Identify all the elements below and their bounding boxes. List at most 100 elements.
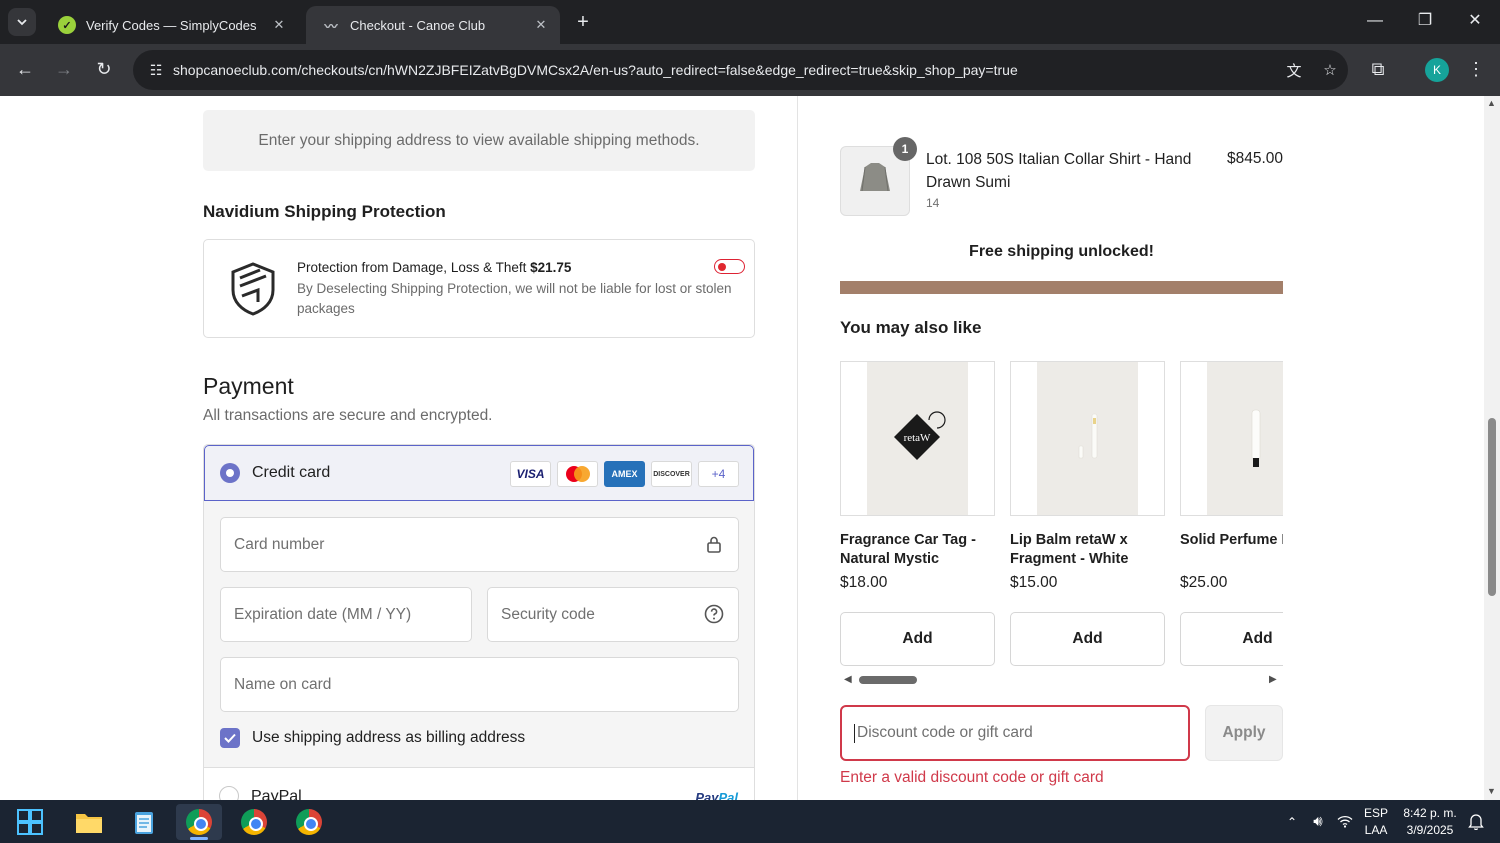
recommendation-name[interactable]: Lip Balm retaW x Fragment - White: [1010, 531, 1165, 569]
discount-code-input[interactable]: Discount code or gift card: [840, 705, 1190, 761]
apply-button[interactable]: Apply: [1205, 705, 1283, 761]
clock[interactable]: 8:42 p. m. 3/9/2025: [1398, 800, 1462, 843]
start-button[interactable]: [7, 804, 53, 840]
bookmark-star-icon[interactable]: ☆: [1312, 61, 1348, 79]
protection-title: Protection from Damage, Loss & Theft $21…: [297, 260, 571, 275]
credit-card-form: Card number Expiration date (MM / YY) Se…: [204, 501, 754, 767]
add-button[interactable]: Add: [840, 612, 995, 666]
amex-icon: AMEX: [604, 461, 645, 487]
input-language-indicator[interactable]: ESP LAA: [1360, 800, 1392, 843]
volume-icon[interactable]: 🔊︎: [1306, 800, 1330, 843]
canoe-club-favicon-icon: 〰: [324, 18, 338, 34]
site-settings-icon[interactable]: ☷: [139, 62, 173, 79]
notepad-button[interactable]: [121, 804, 167, 840]
payment-methods: Credit card VISA AMEX DISCOVER +4 Card n…: [203, 444, 755, 800]
recommendation-image[interactable]: [1010, 361, 1165, 516]
checkmark-icon: [224, 733, 236, 743]
payment-heading: Payment: [203, 373, 294, 399]
recommendation-name[interactable]: Fragrance Car Tag - Natural Mystic: [840, 531, 995, 569]
quantity-badge: 1: [893, 137, 917, 161]
scroll-left-icon[interactable]: ◀: [844, 672, 856, 688]
scroll-right-icon[interactable]: ▶: [1269, 672, 1281, 688]
recommendations-heading: You may also like: [840, 318, 982, 337]
address-bar[interactable]: ☷ shopcanoeclub.com/checkouts/cn/hWN2ZJB…: [133, 50, 1348, 90]
recommendations-carousel: retaW Fragrance Car Tag - Natural Mystic…: [840, 361, 1283, 671]
column-divider: [797, 96, 798, 800]
restore-button[interactable]: ❐: [1400, 0, 1450, 44]
chrome-profile-k-button[interactable]: [176, 804, 222, 840]
menu-kebab-icon[interactable]: ⋮: [1464, 58, 1488, 82]
tab-search-button[interactable]: [8, 8, 36, 36]
recommendation-name[interactable]: Solid Perfume Evelyn: [1180, 531, 1283, 550]
translate-icon[interactable]: 文: [1276, 60, 1312, 81]
close-window-button[interactable]: ✕: [1450, 0, 1500, 44]
wifi-icon[interactable]: [1333, 800, 1357, 843]
protection-toggle[interactable]: [714, 259, 745, 274]
more-cards-badge[interactable]: +4: [698, 461, 739, 487]
carousel-scrollbar[interactable]: ◀ ▶: [840, 672, 1283, 688]
notepad-icon: [135, 812, 153, 834]
close-tab-icon[interactable]: ✕: [270, 17, 288, 33]
billing-address-checkbox-row[interactable]: Use shipping address as billing address: [220, 728, 525, 748]
paypal-option[interactable]: PayPal PayPal: [204, 767, 754, 800]
visa-icon: VISA: [510, 461, 551, 487]
recommendation-image[interactable]: retaW: [840, 361, 995, 516]
file-explorer-button[interactable]: [66, 804, 112, 840]
url-text[interactable]: shopcanoeclub.com/checkouts/cn/hWN2ZJBFE…: [173, 62, 1276, 78]
new-tab-button[interactable]: +: [570, 10, 596, 36]
tab-simplycodes[interactable]: ✓ Verify Codes — SimplyCodes ✕: [42, 6, 298, 44]
chrome-profile-3-button[interactable]: [286, 804, 332, 840]
lip-balm-image-icon: [1078, 413, 1098, 459]
shipping-protection-heading: Navidium Shipping Protection: [203, 202, 446, 221]
credit-card-radio[interactable]: [220, 463, 240, 483]
shield-icon: [231, 262, 275, 316]
close-tab-icon[interactable]: ✕: [532, 17, 550, 33]
free-shipping-message: Free shipping unlocked!: [969, 243, 1154, 260]
help-circle-icon[interactable]: [704, 604, 724, 624]
carousel-scroll-thumb[interactable]: [859, 676, 917, 684]
back-button[interactable]: ←: [13, 58, 37, 82]
chrome-profile-2-button[interactable]: [231, 804, 277, 840]
recommendation-image[interactable]: [1180, 361, 1283, 516]
add-button[interactable]: Add: [1010, 612, 1165, 666]
discount-error-message: Enter a valid discount code or gift card: [840, 769, 1104, 786]
page-scroll-thumb[interactable]: [1488, 418, 1496, 596]
discover-icon: DISCOVER: [651, 461, 692, 487]
reload-button[interactable]: ↻: [92, 58, 116, 82]
billing-checkbox[interactable]: [220, 728, 240, 748]
add-button[interactable]: Add: [1180, 612, 1283, 666]
recommendation-card: Solid Perfume Evelyn $25.00 Add: [1180, 361, 1283, 666]
security-code-placeholder: Security code: [501, 605, 595, 623]
extensions-icon[interactable]: ⧉: [1366, 58, 1390, 82]
card-number-input[interactable]: Card number: [220, 517, 739, 572]
credit-card-label: Credit card: [252, 464, 331, 481]
minimize-button[interactable]: —: [1350, 0, 1400, 44]
discount-placeholder: Discount code or gift card: [857, 724, 1033, 741]
recommendation-card: Lip Balm retaW x Fragment - White $15.00…: [1010, 361, 1165, 666]
toolbar: ← → ↻ ☷ shopcanoeclub.com/checkouts/cn/h…: [0, 44, 1500, 96]
recommendation-card: retaW Fragrance Car Tag - Natural Mystic…: [840, 361, 995, 666]
scroll-up-icon[interactable]: ▲: [1487, 98, 1496, 108]
expiration-placeholder: Expiration date (MM / YY): [234, 605, 412, 623]
protection-price: $21.75: [530, 260, 572, 275]
credit-card-option[interactable]: Credit card VISA AMEX DISCOVER +4: [204, 445, 754, 501]
expiration-date-input[interactable]: Expiration date (MM / YY): [220, 587, 472, 642]
checkout-page: Enter your shipping address to view avai…: [0, 96, 1484, 800]
folder-icon: [76, 814, 102, 833]
notifications-bell-icon[interactable]: [1464, 800, 1488, 843]
retaw-logo-icon: retaW: [894, 411, 946, 460]
tab-strip: ✓ Verify Codes — SimplyCodes ✕ 〰 Checkou…: [0, 0, 1500, 44]
forward-button[interactable]: →: [52, 58, 76, 82]
retaw-logo-text: retaW: [904, 432, 931, 444]
keyboard-layout: LAA: [1364, 822, 1388, 837]
profile-avatar[interactable]: K: [1425, 58, 1449, 82]
tab-title: Verify Codes — SimplyCodes: [86, 17, 257, 33]
scroll-down-icon[interactable]: ▼: [1487, 786, 1496, 796]
name-on-card-input[interactable]: Name on card: [220, 657, 739, 712]
paypal-radio[interactable]: [219, 786, 239, 800]
perfume-tube-image-icon: [1251, 409, 1261, 467]
security-code-input[interactable]: Security code: [487, 587, 739, 642]
show-hidden-icons-button[interactable]: ⌃: [1281, 800, 1303, 843]
tab-checkout[interactable]: 〰 Checkout - Canoe Club ✕: [306, 6, 560, 44]
page-scrollbar[interactable]: ▲ ▼: [1484, 96, 1500, 800]
